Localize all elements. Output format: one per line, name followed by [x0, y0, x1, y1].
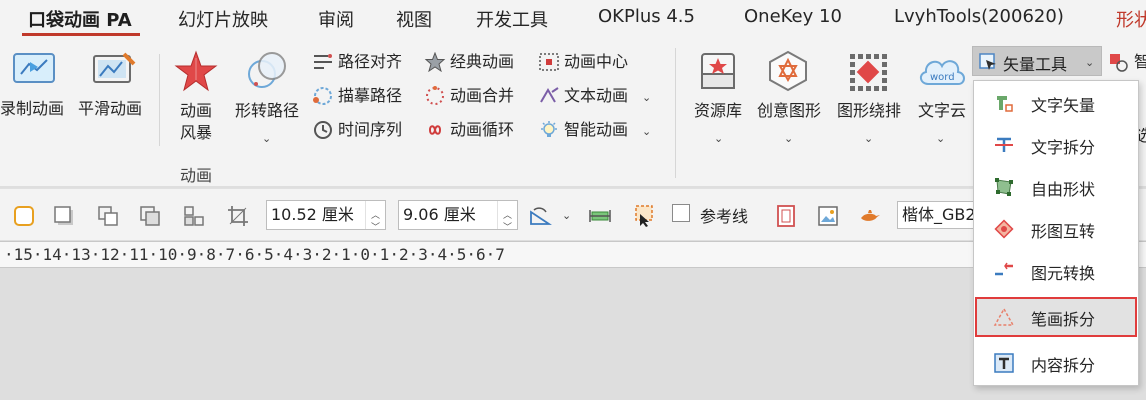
ribbon-separator [159, 54, 160, 146]
smooth-animation-icon [93, 52, 136, 83]
rounded-rect-icon[interactable] [12, 204, 36, 228]
rotate-shape-icon[interactable] [528, 204, 552, 228]
shadow-rect-icon[interactable] [52, 204, 76, 228]
smooth-animation-button[interactable]: 平滑动画 [78, 50, 154, 118]
infinity-loop-icon [428, 125, 442, 135]
grid-arrange-icon [850, 54, 887, 91]
animation-center-icon [539, 53, 559, 71]
vector-tool-menu: 文字矢量 文字拆分 自由形状 形图互转 图元转换 笔画拆分 内容拆分 [973, 80, 1139, 386]
menu-item-stroke-split[interactable]: 笔画拆分 [975, 297, 1137, 337]
content-split-icon [994, 353, 1014, 373]
trace-path-icon [313, 87, 332, 105]
animation-merge-icon [426, 86, 444, 105]
ribbon-separator [675, 48, 676, 178]
shape-to-path-icon [248, 52, 286, 88]
shape-width-stepper[interactable]: 10.52 厘米 ︿ ﹀ [266, 200, 386, 233]
tab-developer[interactable]: 开发工具 [476, 6, 548, 32]
ruler-scale: ·15·14·13·12·11·10·9·8·7·6·5·4·3·2·1·0·1… [4, 245, 505, 264]
chevron-down-icon: ⌄ [864, 132, 874, 145]
shape-height-value: 9.06 厘米 [403, 205, 476, 224]
lightbulb-icon [541, 121, 557, 137]
text-animation-icon [540, 87, 559, 103]
tab-view[interactable]: 视图 [396, 6, 432, 32]
overlap-rect-icon[interactable] [96, 204, 120, 228]
menu-item-element-convert[interactable]: 图元转换 [975, 251, 1137, 291]
guide-lines-label: 参考线 [700, 207, 749, 226]
active-tab-indicator [22, 33, 140, 36]
inbox-star-icon [701, 53, 735, 89]
split-rect-icon[interactable] [182, 204, 206, 228]
path-align-icon [314, 54, 332, 69]
chevron-down-icon[interactable]: ⌄ [562, 209, 571, 222]
free-shape-icon [995, 178, 1013, 196]
select-shape-icon[interactable] [632, 204, 656, 228]
menu-item-free-shape[interactable]: 自由形状 [975, 167, 1137, 207]
tab-shape-format[interactable]: 形状 [1116, 6, 1146, 32]
smart-tool-icon [1110, 54, 1128, 72]
chevron-down-icon: ⌄ [1085, 56, 1095, 69]
guide-lines-checkbox[interactable] [672, 204, 690, 222]
tab-slideshow[interactable]: 幻灯片放映 [178, 6, 268, 32]
shape-arrange-button[interactable]: 图形绕排 ⌄ [830, 50, 908, 146]
slide-frame-icon[interactable] [774, 204, 798, 228]
shape-height-stepper[interactable]: 9.06 厘米 ︿ ﹀ [398, 200, 518, 233]
magic-lamp-icon[interactable] [858, 204, 882, 228]
menu-item-text-split[interactable]: 文字拆分 [975, 125, 1137, 165]
chevron-down-icon[interactable]: ﹀ [371, 214, 380, 242]
intersect-rect-icon[interactable] [138, 204, 162, 228]
group-label-animation: 动画 [180, 166, 213, 185]
tab-lvyhtools[interactable]: LvyhTools(200620) [894, 6, 1064, 27]
shape-to-path-button[interactable]: 形转路径 ⌄ [228, 50, 306, 146]
crop-icon[interactable] [226, 204, 250, 228]
text-split-icon [995, 137, 1013, 152]
tab-review[interactable]: 审阅 [318, 6, 354, 32]
record-animation-icon [13, 53, 55, 83]
word-cloud-icon: word [920, 60, 965, 85]
chevron-down-icon: ⌄ [642, 91, 652, 104]
chevron-down-icon: ⌄ [262, 132, 272, 145]
record-animation-button[interactable]: 录制动画 [0, 50, 76, 118]
chevron-down-icon: ⌄ [784, 132, 794, 145]
stepper-arrows[interactable]: ︿ ﹀ [497, 201, 517, 233]
tab-pocket-animation[interactable]: 口袋动画 PA [28, 6, 132, 32]
align-center-icon[interactable] [588, 204, 612, 228]
menu-item-content-split[interactable]: 内容拆分 [975, 343, 1137, 383]
chevron-down-icon: ⌄ [642, 125, 652, 138]
resource-library-button[interactable]: 资源库 ⌄ [686, 50, 750, 146]
word-cloud-button[interactable]: word 文字云 ⌄ [910, 50, 974, 146]
picture-frame-icon[interactable] [816, 204, 840, 228]
chevron-down-icon[interactable]: ﹀ [503, 214, 512, 242]
svg-text:word: word [930, 72, 955, 83]
vector-tool-button[interactable]: 矢量工具 ⌄ [972, 46, 1102, 76]
ribbon-tab-strip: 口袋动画 PA 幻灯片放映 审阅 视图 开发工具 OKPlus 4.5 OneK… [0, 0, 1146, 38]
chevron-down-icon: ⌄ [936, 132, 946, 145]
chevron-down-icon: ⌄ [714, 132, 724, 145]
menu-item-shape-image-convert[interactable]: 形图互转 [975, 209, 1137, 249]
tab-onekey[interactable]: OneKey 10 [744, 6, 842, 27]
menu-item-text-vector[interactable]: 文字矢量 [975, 83, 1137, 123]
creative-shape-icon [769, 50, 807, 92]
shape-image-convert-icon [994, 219, 1014, 239]
stepper-arrows[interactable]: ︿ ﹀ [365, 201, 385, 233]
vector-tool-icon [979, 53, 996, 70]
star-icon [424, 52, 446, 72]
creative-shapes-button[interactable]: 创意图形 ⌄ [750, 50, 828, 146]
clock-icon [314, 121, 332, 139]
animation-storm-button[interactable]: 动画 风暴 [166, 50, 226, 146]
text-vector-icon [997, 96, 1013, 112]
shape-width-value: 10.52 厘米 [271, 205, 354, 224]
star-storm-icon [174, 50, 218, 92]
tab-okplus[interactable]: OKPlus 4.5 [598, 6, 695, 27]
stroke-split-icon [993, 307, 1015, 326]
element-convert-icon [995, 262, 1013, 276]
